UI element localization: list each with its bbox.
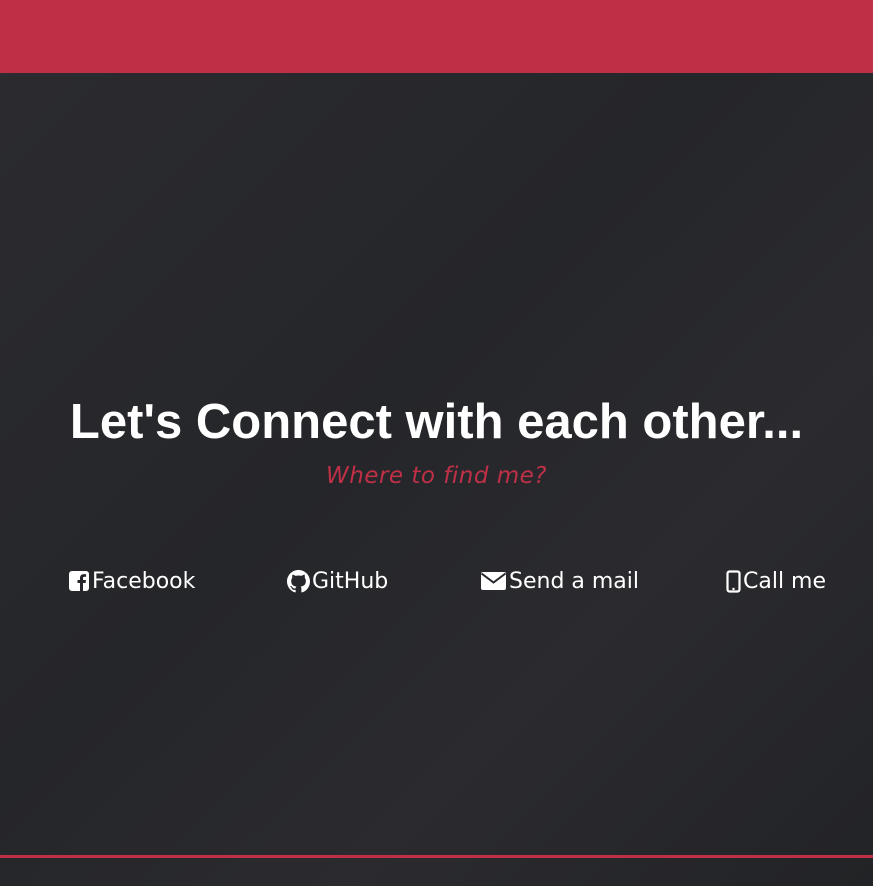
call-me-link-label: Call me	[743, 568, 827, 594]
contact-links: Facebook GitHub Send a mail Call me	[0, 563, 873, 599]
page-subtitle: Where to find me?	[325, 463, 548, 489]
facebook-icon	[68, 570, 90, 592]
page-title: Let's Connect with each other...	[69, 395, 804, 449]
bottom-divider	[0, 855, 873, 858]
send-mail-link[interactable]: Send a mail	[480, 563, 639, 599]
facebook-link-label: Facebook	[92, 568, 196, 594]
top-header-bar	[0, 0, 873, 73]
phone-icon	[726, 569, 741, 593]
mail-icon	[480, 570, 507, 592]
github-link[interactable]: GitHub	[287, 563, 388, 599]
github-icon	[287, 569, 310, 593]
call-me-link[interactable]: Call me	[726, 563, 826, 599]
facebook-link[interactable]: Facebook	[68, 563, 195, 599]
send-mail-link-label: Send a mail	[509, 568, 640, 594]
contact-hero: Let's Connect with each other... Where t…	[0, 390, 873, 492]
github-link-label: GitHub	[312, 568, 389, 594]
